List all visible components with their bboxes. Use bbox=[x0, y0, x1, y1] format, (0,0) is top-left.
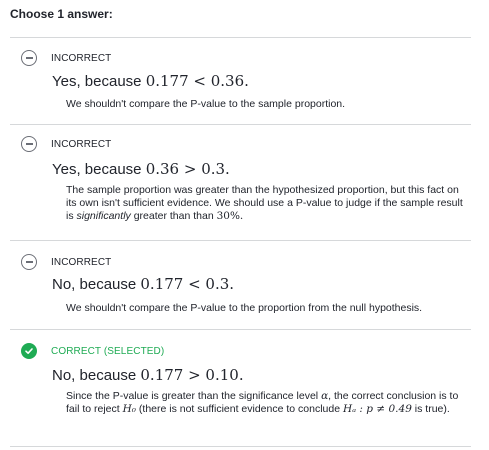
answer-choice-1[interactable]: INCORRECT Yes, because 0.177 < 0.36. We … bbox=[10, 37, 471, 125]
choice-title: Yes, because 0.177 < 0.36. bbox=[52, 72, 249, 90]
answer-choice-4[interactable]: CORRECT (SELECTED) No, because 0.177 > 0… bbox=[10, 330, 471, 447]
rationale-part-a: Since the P-value is greater than the si… bbox=[66, 390, 322, 402]
choice-title-text: No, because bbox=[52, 276, 141, 293]
choice-status: INCORRECT bbox=[51, 52, 112, 64]
checkmark-glyph bbox=[25, 348, 33, 354]
choice-title: No, because 0.177 > 0.10. bbox=[52, 366, 244, 384]
prompt: Choose 1 answer: bbox=[10, 7, 113, 21]
check-circle-icon bbox=[21, 343, 37, 359]
answer-choice-2[interactable]: INCORRECT Yes, because 0.36 > 0.3. The s… bbox=[10, 124, 471, 241]
choice-rationale: The sample proportion was greater than t… bbox=[66, 184, 466, 223]
choice-status: CORRECT (SELECTED) bbox=[51, 345, 165, 357]
rationale-emphasis: significantly bbox=[76, 210, 131, 222]
choice-title-text: Yes, because bbox=[52, 73, 146, 90]
choice-title: Yes, because 0.36 > 0.3. bbox=[52, 160, 230, 178]
rationale-h0: H₀ bbox=[122, 403, 136, 415]
choice-title-text: No, because bbox=[52, 367, 141, 384]
rationale-math: 30%. bbox=[216, 210, 244, 222]
rationale-ha: Hₐ : p ≠ 0.49 bbox=[343, 403, 412, 415]
rationale-part-d: is true). bbox=[411, 403, 450, 415]
choice-status: INCORRECT bbox=[51, 256, 112, 268]
minus-circle-icon bbox=[21, 50, 37, 66]
choice-title-text: Yes, because bbox=[52, 161, 146, 178]
rationale-part-b: greater than than bbox=[130, 210, 217, 222]
choice-rationale: Since the P-value is greater than the si… bbox=[66, 390, 466, 416]
choice-status: INCORRECT bbox=[51, 138, 112, 150]
choice-title-math: 0.36 > 0.3. bbox=[145, 160, 230, 178]
choice-title-math: 0.177 > 0.10. bbox=[140, 366, 244, 384]
minus-circle-icon bbox=[21, 136, 37, 152]
choice-title: No, because 0.177 < 0.3. bbox=[52, 275, 234, 293]
answer-choice-3[interactable]: INCORRECT No, because 0.177 < 0.3. We sh… bbox=[10, 241, 471, 330]
choice-title-math: 0.177 < 0.36. bbox=[145, 72, 249, 90]
minus-circle-icon bbox=[21, 254, 37, 270]
choice-rationale: We shouldn't compare the P-value to the … bbox=[66, 302, 423, 314]
choice-title-math: 0.177 < 0.3. bbox=[140, 275, 235, 293]
rationale-part-c: (there is not sufficient evidence to con… bbox=[135, 403, 343, 415]
choice-rationale: We shouldn't compare the P-value to the … bbox=[66, 98, 346, 110]
